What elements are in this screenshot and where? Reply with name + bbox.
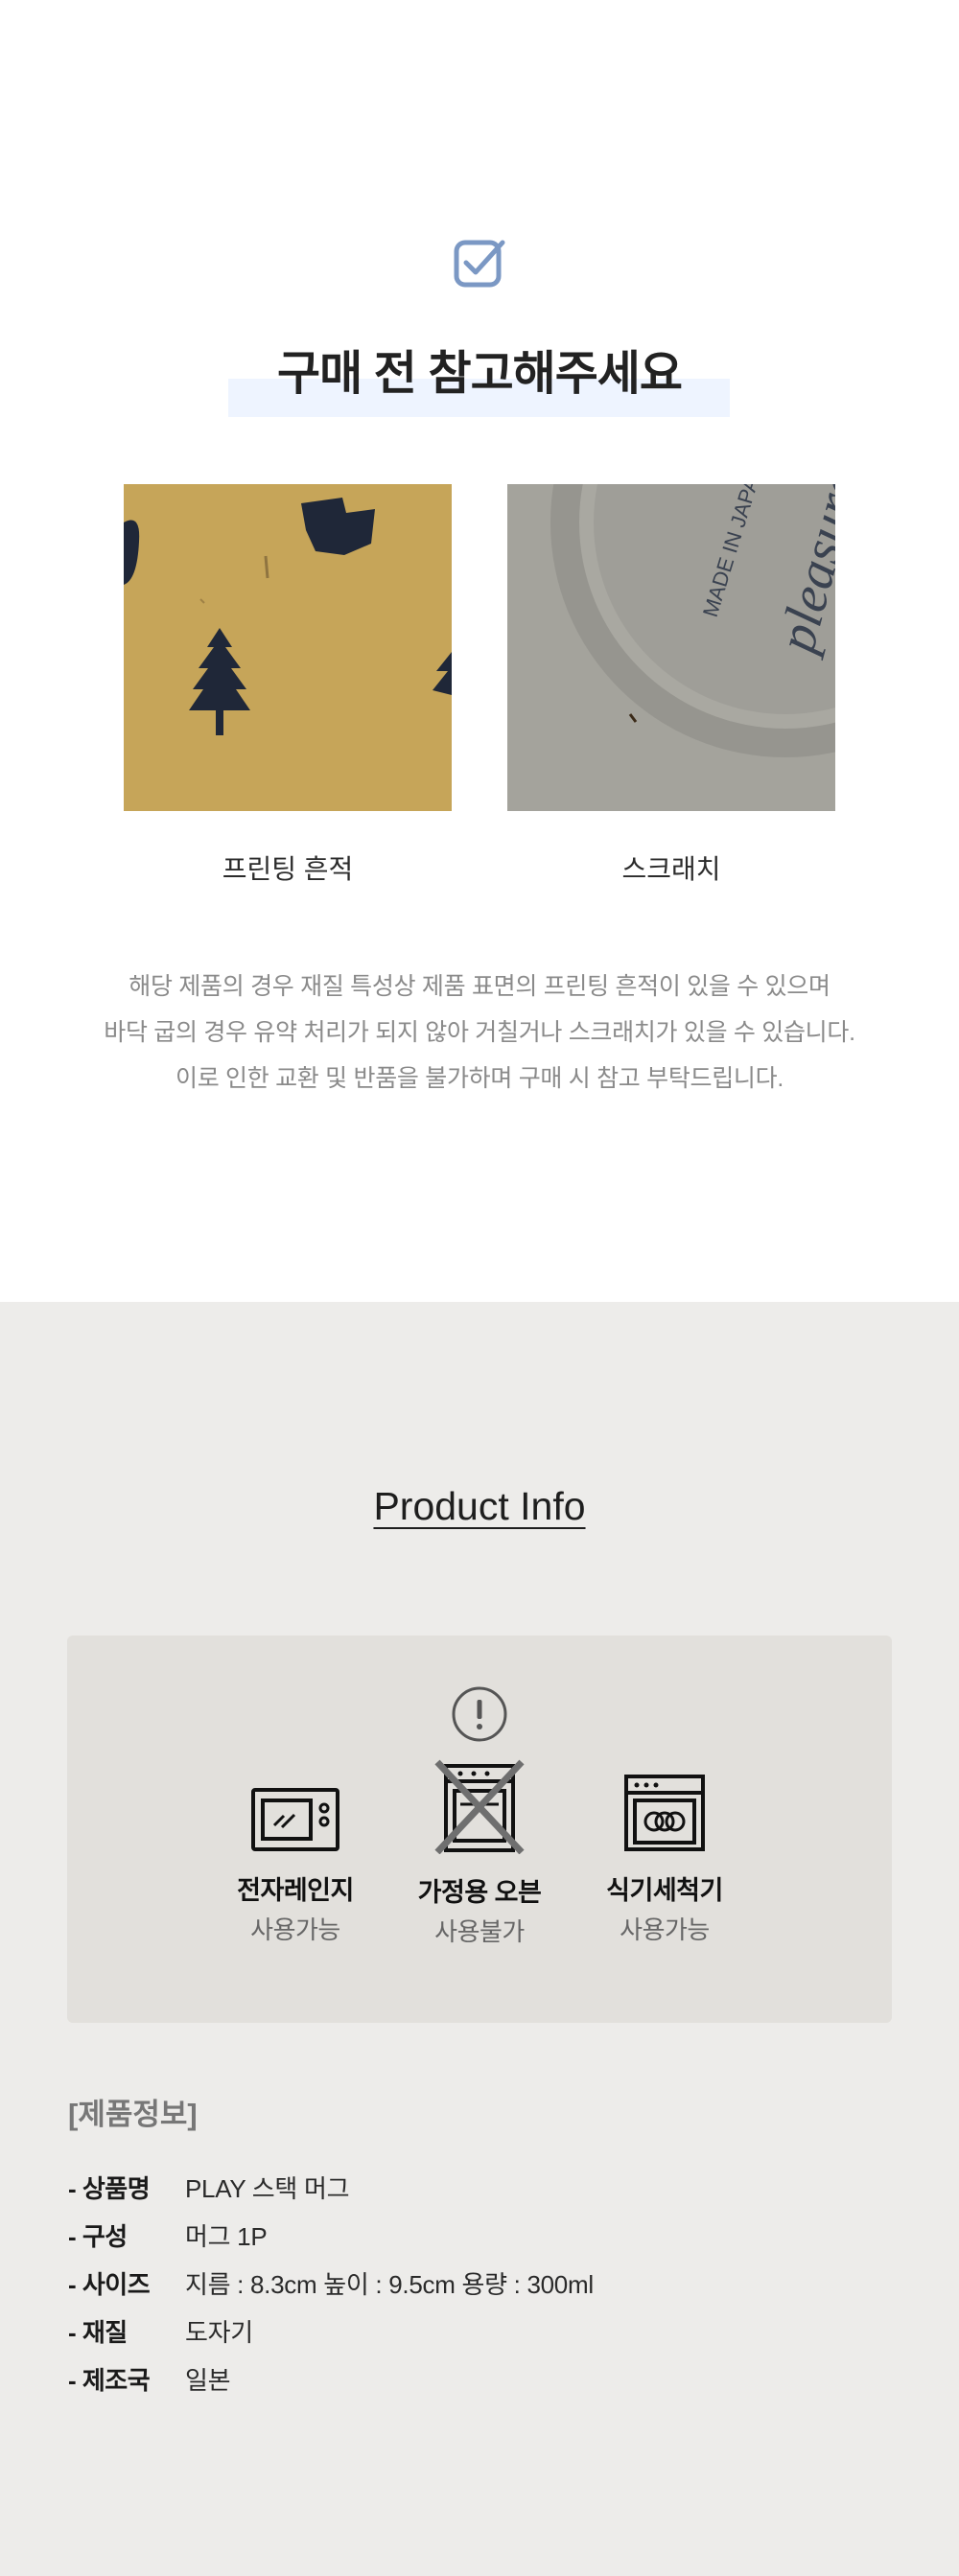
description-line: 해당 제품의 경우 재질 특성상 제품 표면의 프린팅 흔적이 있을 수 있으며 xyxy=(129,973,830,1000)
product-info-title: Product Info xyxy=(373,1484,586,1528)
printing-trace-image xyxy=(124,484,452,811)
spec-row-composition: - 구성 머그 1P xyxy=(68,2211,893,2259)
oven-crossed-icon xyxy=(434,1759,525,1854)
spec-value: PLAY 스택 머그 xyxy=(185,2173,350,2203)
care-name: 가정용 오븐 xyxy=(417,1878,542,1907)
spec-row-origin: - 제조국 일본 xyxy=(68,2355,893,2402)
dishwasher-icon xyxy=(624,1775,705,1851)
description-line: 바닥 굽의 경우 유약 처리가 되지 않아 거칠거나 스크래치가 있을 수 있습… xyxy=(104,1019,855,1046)
checkbox-icon xyxy=(454,240,505,288)
description-line: 이로 인한 교환 및 반품을 불가하며 구매 시 참고 부탁드립니다. xyxy=(175,1065,784,1092)
care-status: 사용불가 xyxy=(434,1917,525,1946)
spec-row-name: - 상품명 PLAY 스택 머그 xyxy=(68,2163,893,2211)
product-detail-page: 구매 전 참고해주세요 MADE IN JAPAN pleasure 프린팅 흔… xyxy=(0,0,959,2576)
microwave-icon xyxy=(251,1788,339,1851)
photo-caption: 스크래치 xyxy=(621,854,721,884)
spec-key: - 재질 xyxy=(68,2317,128,2347)
care-name: 식기세척기 xyxy=(606,1876,723,1905)
product-info-section: Product Info 전자레인지 사용가능 가정용 오븐 사용불가 식기세척… xyxy=(0,1302,959,2576)
product-info-heading: Product Info xyxy=(0,1484,959,1529)
spec-key: - 상품명 xyxy=(68,2173,151,2203)
photo-caption: 프린팅 흔적 xyxy=(222,854,354,884)
care-instructions-box: 전자레인지 사용가능 가정용 오븐 사용불가 식기세척기 사용가능 xyxy=(67,1636,892,2023)
spec-key: - 사이즈 xyxy=(68,2269,151,2299)
scratch-image: MADE IN JAPAN pleasure xyxy=(507,484,835,811)
notice-title-wrap: 구매 전 참고해주세요 xyxy=(0,340,959,417)
spec-key: - 제조국 xyxy=(68,2365,151,2395)
notice-description: 해당 제품의 경우 재질 특성상 제품 표면의 프린팅 흔적이 있을 수 있으며… xyxy=(0,963,959,1102)
notice-title: 구매 전 참고해주세요 xyxy=(277,348,683,400)
purchase-notice-section: 구매 전 참고해주세요 MADE IN JAPAN pleasure 프린팅 흔… xyxy=(0,0,959,1302)
care-name: 전자레인지 xyxy=(237,1876,354,1905)
exclamation-circle-icon xyxy=(452,1686,507,1742)
care-item-microwave: 전자레인지 사용가능 xyxy=(209,1787,382,1946)
spec-row-size: - 사이즈 지름 : 8.3cm 높이 : 9.5cm 용량 : 300ml xyxy=(68,2259,893,2307)
scratch-photo: MADE IN JAPAN pleasure xyxy=(507,484,835,811)
printing-trace-photo xyxy=(124,484,452,811)
spec-title: [제품정보] xyxy=(68,2098,198,2131)
care-status: 사용가능 xyxy=(620,1915,710,1944)
care-item-dishwasher: 식기세척기 사용가능 xyxy=(578,1775,751,1946)
spec-row-material: - 재질 도자기 xyxy=(68,2307,893,2355)
spec-key: - 구성 xyxy=(68,2221,128,2251)
spec-value: 일본 xyxy=(185,2365,231,2395)
spec-value: 지름 : 8.3cm 높이 : 9.5cm 용량 : 300ml xyxy=(185,2269,594,2299)
care-item-oven: 가정용 오븐 사용불가 xyxy=(393,1759,566,1948)
spec-list: - 상품명 PLAY 스택 머그 - 구성 머그 1P - 사이즈 지름 : 8… xyxy=(68,2163,893,2402)
spec-value: 머그 1P xyxy=(185,2221,268,2251)
care-status: 사용가능 xyxy=(250,1915,340,1944)
spec-value: 도자기 xyxy=(185,2317,253,2347)
